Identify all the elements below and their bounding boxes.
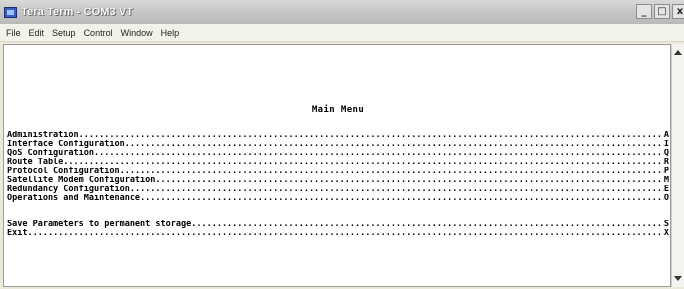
menu-control[interactable]: Control xyxy=(80,28,117,38)
menu-option-key: I xyxy=(663,140,669,149)
menu-option-label: Protocol Configuration xyxy=(7,167,120,176)
dot-leader: ........................................… xyxy=(119,167,664,176)
menu-option-key: S xyxy=(663,220,669,229)
menu-file[interactable]: File xyxy=(2,28,25,38)
menu-option-label: Route Table xyxy=(7,158,64,167)
menu-option-line: QoS Configuration ......................… xyxy=(7,149,669,158)
maximize-button[interactable]: □ xyxy=(654,4,670,19)
menu-option-key: R xyxy=(663,158,669,167)
dot-leader: ........................................… xyxy=(155,176,664,185)
menu-option-line: Protocol Configuration .................… xyxy=(7,167,669,176)
menu-option-key: X xyxy=(663,229,669,238)
menu-option-label: QoS Configuration xyxy=(7,149,94,158)
scroll-down-arrow-icon[interactable] xyxy=(674,276,682,281)
menu-option-key: O xyxy=(663,194,669,203)
dot-leader: ........................................… xyxy=(124,140,664,149)
menu-option-label: Redundancy Configuration xyxy=(7,185,130,194)
menu-option-key: M xyxy=(663,176,669,185)
dot-leader: ........................................… xyxy=(191,220,664,229)
window-controls: _ □ x xyxy=(636,4,684,19)
close-button[interactable]: x xyxy=(672,4,684,19)
menu-option-line: Exit ...................................… xyxy=(7,229,669,238)
menu-options-list: Administration .........................… xyxy=(7,131,669,238)
terminal-screen[interactable]: Main Menu Administration ...............… xyxy=(3,44,671,287)
menu-option-key: E xyxy=(663,185,669,194)
dot-leader: ........................................… xyxy=(140,194,664,203)
menu-option-label: Satellite Modem Configuration xyxy=(7,176,156,185)
tera-term-window: Tera Term - COM3 VT _ □ x File Edit Setu… xyxy=(0,0,684,289)
dot-leader: ........................................… xyxy=(78,131,664,140)
dot-leader: ........................................… xyxy=(129,185,664,194)
menu-help[interactable]: Help xyxy=(157,28,184,38)
menu-window[interactable]: Window xyxy=(117,28,157,38)
vertical-scrollbar[interactable] xyxy=(671,44,684,287)
menu-option-label: Save Parameters to permanent storage xyxy=(7,220,192,229)
dot-leader: ........................................… xyxy=(63,158,664,167)
menu-option-line: Save Parameters to permanent storage ...… xyxy=(7,220,669,229)
menu-option-label: Administration xyxy=(7,131,79,140)
minimize-button[interactable]: _ xyxy=(636,4,652,19)
menu-option-label: Exit xyxy=(7,229,28,238)
menu-option-line: Operations and Maintenance .............… xyxy=(7,194,669,203)
menu-option-label: Interface Configuration xyxy=(7,140,125,149)
menu-option-key: Q xyxy=(663,149,669,158)
menu-option-label: Operations and Maintenance xyxy=(7,194,141,203)
menu-option-key: A xyxy=(663,131,669,140)
menu-option-line: Interface Configuration ................… xyxy=(7,140,669,149)
menu-option-line: Administration .........................… xyxy=(7,131,669,140)
menu-option-line: Redundancy Configuration ...............… xyxy=(7,185,669,194)
tera-term-app-icon[interactable] xyxy=(4,6,17,18)
menu-option-line: Satellite Modem Configuration ..........… xyxy=(7,176,669,185)
dot-leader: ........................................… xyxy=(94,149,664,158)
dot-leader: ........................................… xyxy=(27,229,663,238)
menu-bar: File Edit Setup Control Window Help xyxy=(0,24,684,42)
menu-option-line: Route Table ............................… xyxy=(7,158,669,167)
main-menu-heading: Main Menu xyxy=(311,105,365,115)
menu-edit[interactable]: Edit xyxy=(25,28,49,38)
title-bar[interactable]: Tera Term - COM3 VT _ □ x xyxy=(0,0,684,24)
menu-option-key: P xyxy=(663,167,669,176)
scroll-up-arrow-icon[interactable] xyxy=(674,50,682,55)
window-title: Tera Term - COM3 VT xyxy=(21,6,134,18)
menu-setup[interactable]: Setup xyxy=(48,28,80,38)
